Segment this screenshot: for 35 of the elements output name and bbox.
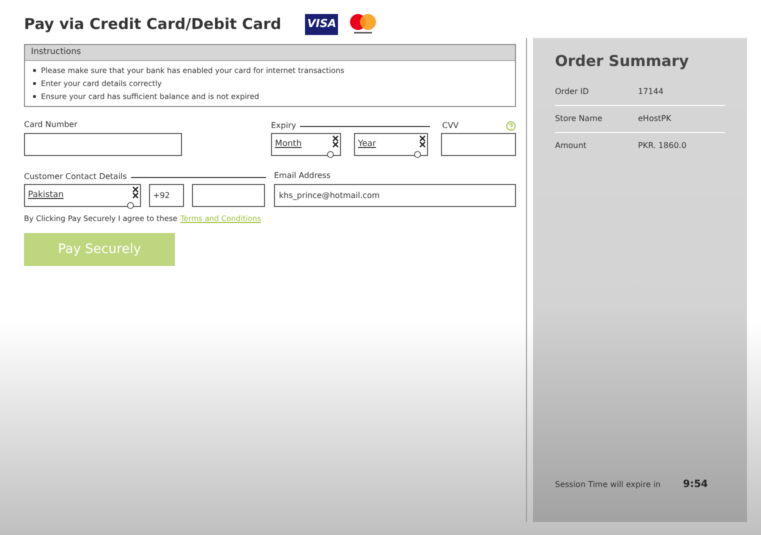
summary-label: Amount <box>555 140 588 152</box>
mastercard-logo <box>348 13 378 35</box>
field-label: Customer Contact Details <box>24 171 127 183</box>
summary-value: eHostPK <box>638 112 672 124</box>
summary-value: 17144 <box>638 86 664 98</box>
close-icon <box>332 135 339 148</box>
bullet-icon <box>33 95 36 98</box>
circle-icon <box>327 151 334 158</box>
field-label: Email Address <box>274 170 332 182</box>
summary-label: Order ID <box>555 86 590 98</box>
field-label: Card Number <box>24 119 78 131</box>
session-timer: 9:54 <box>683 478 708 492</box>
bullet-icon <box>33 82 36 85</box>
close-icon <box>419 135 426 148</box>
email-field[interactable]: khs_prince@hotmail.com <box>274 184 516 207</box>
phone-field[interactable] <box>192 184 265 207</box>
summary-title: Order Summary <box>555 51 690 72</box>
instructions-heading: Instructions <box>31 46 81 59</box>
page-title: Pay via Credit Card/Debit Card <box>24 14 282 35</box>
select-field[interactable]: Year <box>354 133 428 156</box>
select-field[interactable]: Pakistan <box>24 184 141 207</box>
country-code-field[interactable]: +92 <box>149 184 184 207</box>
summary-value: PKR. 1860.0 <box>638 140 686 152</box>
cvv-field[interactable] <box>441 133 516 156</box>
circle-icon <box>414 151 421 158</box>
field-label: CVV <box>442 120 459 132</box>
circle-icon <box>127 202 134 209</box>
close-icon <box>132 186 139 199</box>
field-label: Expiry <box>271 120 296 132</box>
session-label: Session Time will expire in <box>555 478 662 490</box>
summary-label: Store Name <box>555 112 604 124</box>
select-field[interactable]: Month <box>271 133 341 156</box>
visa-logo: VISA <box>305 14 338 34</box>
card-number-field[interactable] <box>24 133 182 156</box>
bullet-icon <box>33 69 36 72</box>
